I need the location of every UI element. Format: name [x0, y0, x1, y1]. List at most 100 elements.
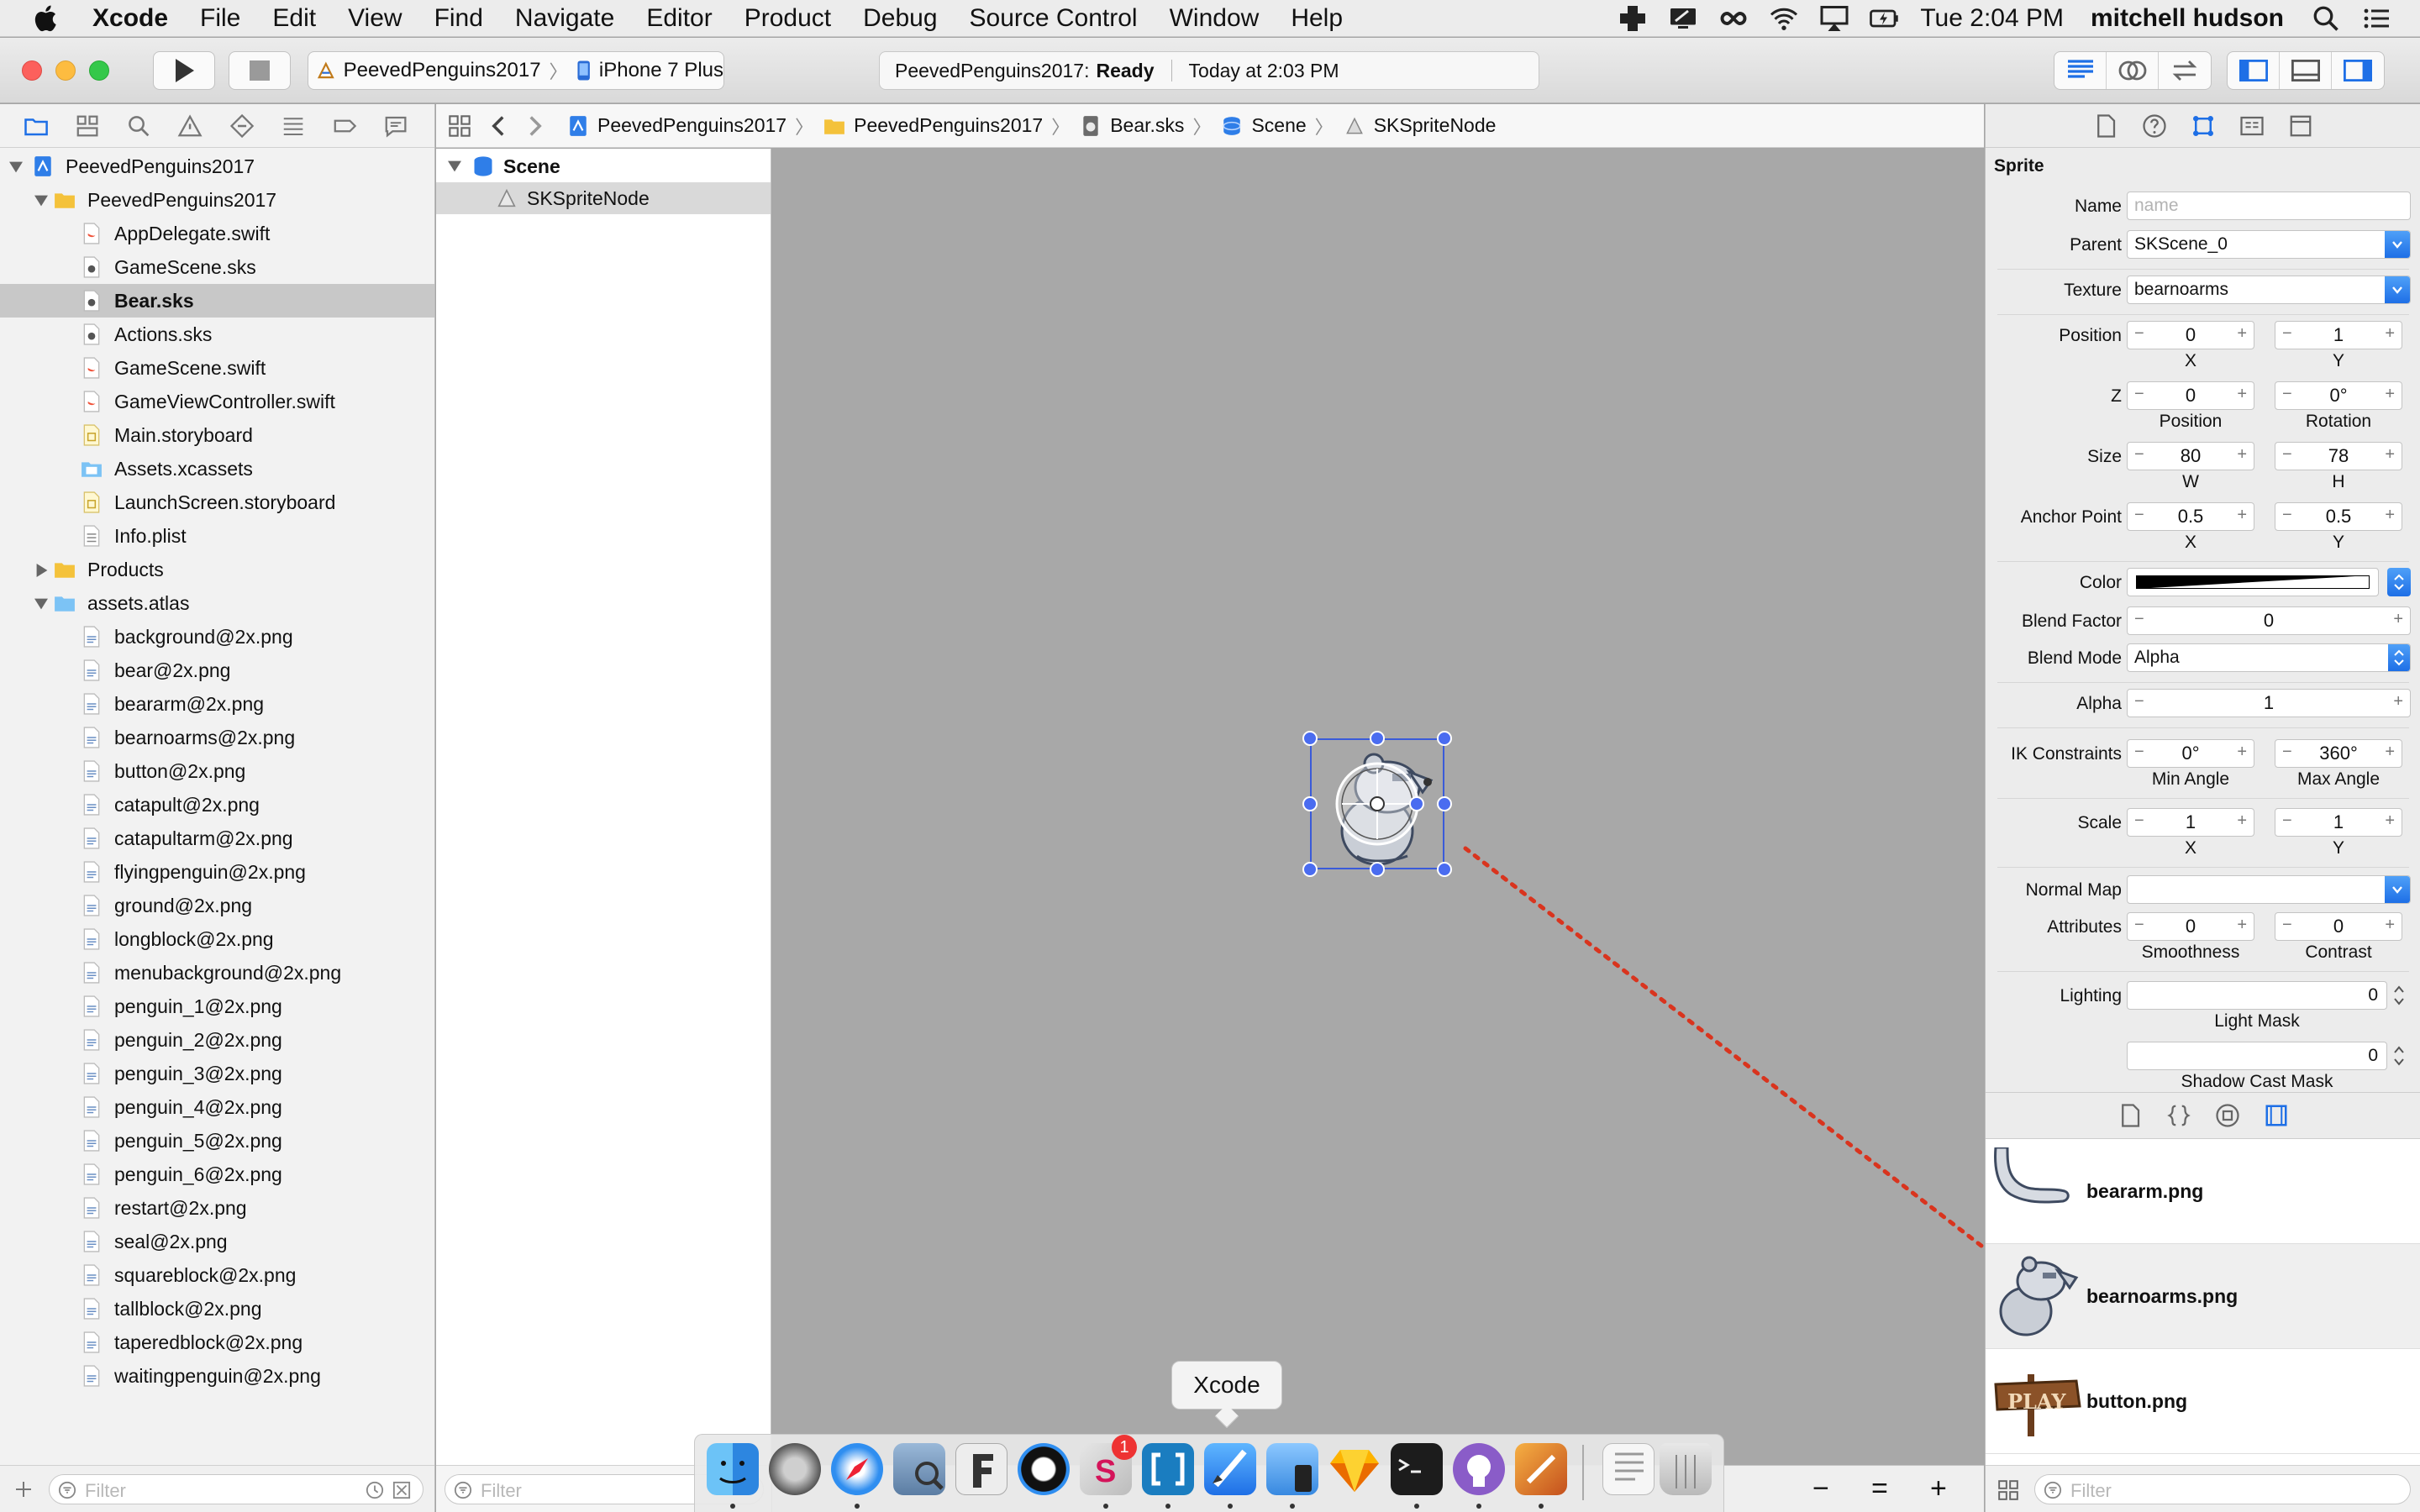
file-tree-row[interactable]: penguin_3@2x.png: [0, 1057, 434, 1090]
breadcrumb-file[interactable]: Bear.sks: [1080, 114, 1184, 137]
forward-chevron-icon[interactable]: [527, 114, 544, 138]
menu-view[interactable]: View: [348, 4, 402, 33]
breadcrumb-node[interactable]: SKSpriteNode: [1344, 114, 1496, 137]
object-library-icon[interactable]: [2215, 1103, 2240, 1128]
sketch-app-icon[interactable]: [1328, 1443, 1381, 1495]
file-tree-row[interactable]: menubackground@2x.png: [0, 956, 434, 990]
file-tree-row[interactable]: penguin_2@2x.png: [0, 1023, 434, 1057]
menu-product[interactable]: Product: [744, 4, 831, 33]
resize-handle-bottom[interactable]: [1370, 862, 1385, 877]
grid-view-icon[interactable]: [1997, 1479, 2019, 1501]
parent-popup[interactable]: SKScene_0: [2127, 230, 2411, 259]
debug-navigator-icon[interactable]: [281, 113, 306, 139]
quicktime-app-icon[interactable]: [1018, 1443, 1070, 1495]
menu-navigate[interactable]: Navigate: [515, 4, 614, 33]
library-item-beararm[interactable]: beararm.png: [1986, 1139, 2420, 1244]
disclosure-open-icon[interactable]: [34, 597, 49, 611]
file-inspector-icon[interactable]: [2093, 113, 2118, 139]
file-tree-row[interactable]: penguin_1@2x.png: [0, 990, 434, 1023]
medic-cross-icon[interactable]: [1618, 3, 1648, 34]
resize-handle-top-left[interactable]: [1302, 731, 1318, 746]
file-tree-row[interactable]: bearnoarms@2x.png: [0, 721, 434, 754]
report-navigator-icon[interactable]: [383, 113, 408, 139]
spotlight-search-icon[interactable]: [2311, 3, 2341, 34]
file-tree-row[interactable]: GameScene.swift: [0, 351, 434, 385]
color-well[interactable]: [2127, 568, 2379, 596]
file-tree-row[interactable]: penguin_5@2x.png: [0, 1124, 434, 1158]
rotation-handle[interactable]: [1409, 796, 1424, 811]
assistant-editor-button[interactable]: [2107, 52, 2159, 89]
creative-cloud-icon[interactable]: [1718, 3, 1749, 34]
help-icon[interactable]: [2142, 113, 2167, 139]
outline-scene-row[interactable]: Scene: [436, 150, 771, 182]
menu-file[interactable]: File: [200, 4, 240, 33]
file-tree-row[interactable]: Assets.xcassets: [0, 452, 434, 486]
file-tree-row[interactable]: background@2x.png: [0, 620, 434, 654]
file-tree-row[interactable]: AppDelegate.swift: [0, 217, 434, 250]
file-tree-row[interactable]: beararm@2x.png: [0, 687, 434, 721]
file-tree-row[interactable]: bear@2x.png: [0, 654, 434, 687]
wifi-icon[interactable]: [1769, 3, 1799, 34]
zoom-reset-button[interactable]: =: [1871, 1473, 1888, 1505]
smoothness-stepper[interactable]: −0 +: [2127, 912, 2254, 941]
file-tree-row[interactable]: taperedblock@2x.png: [0, 1326, 434, 1359]
file-tree-row[interactable]: Bear.sks: [0, 284, 434, 318]
zoom-window-button[interactable]: [89, 60, 109, 81]
safari-app-icon[interactable]: [831, 1443, 883, 1495]
alpha-stepper[interactable]: −1 +: [2127, 689, 2411, 717]
breakpoint-navigator-icon[interactable]: [332, 113, 357, 139]
library-item-bearnoarms[interactable]: bearnoarms.png: [1986, 1244, 2420, 1349]
file-tree-row[interactable]: LaunchScreen.storyboard: [0, 486, 434, 519]
file-tree-row[interactable]: GameViewController.swift: [0, 385, 434, 418]
file-tree-row[interactable]: longblock@2x.png: [0, 922, 434, 956]
menubar-user[interactable]: mitchell hudson: [2091, 4, 2284, 33]
close-window-button[interactable]: [22, 60, 42, 81]
disclosure-open-icon[interactable]: [448, 160, 461, 173]
battery-icon[interactable]: [1870, 3, 1900, 34]
minimize-window-button[interactable]: [55, 60, 76, 81]
resize-handle-top[interactable]: [1370, 731, 1385, 746]
ik-max-angle-stepper[interactable]: −360° +: [2275, 739, 2402, 768]
breadcrumb-group[interactable]: PeevedPenguins2017: [823, 114, 1043, 137]
menu-xcode[interactable]: Xcode: [92, 4, 168, 33]
find-navigator-icon[interactable]: [126, 113, 151, 139]
warning-icon[interactable]: [177, 113, 203, 139]
run-button[interactable]: [153, 51, 215, 90]
breadcrumb-project[interactable]: PeevedPenguins2017: [567, 114, 786, 137]
toggle-debug-area-button[interactable]: [2280, 52, 2332, 89]
file-tree-row[interactable]: ground@2x.png: [0, 889, 434, 922]
outline-node-row[interactable]: SKSpriteNode: [436, 182, 771, 214]
scale-y-stepper[interactable]: −1 +: [2275, 808, 2402, 837]
shadow-cast-mask-field[interactable]: 0: [2127, 1042, 2387, 1070]
file-tree-row[interactable]: Actions.sks: [0, 318, 434, 351]
resize-handle-right[interactable]: [1437, 796, 1452, 811]
file-tree-row[interactable]: button@2x.png: [0, 754, 434, 788]
blend-factor-stepper[interactable]: −0 +: [2127, 606, 2411, 635]
shadow-mask-stepper-icon[interactable]: [2391, 1042, 2407, 1070]
xcode-app-icon[interactable]: [1204, 1443, 1256, 1495]
menu-source-control[interactable]: Source Control: [970, 4, 1138, 33]
menu-editor[interactable]: Editor: [646, 4, 712, 33]
file-tree-row[interactable]: catapultarm@2x.png: [0, 822, 434, 855]
resize-handle-left[interactable]: [1302, 796, 1318, 811]
library-filter-field[interactable]: Filter: [2034, 1474, 2411, 1504]
blend-mode-popup[interactable]: Alpha: [2127, 643, 2411, 672]
github-desktop-app-icon[interactable]: [1453, 1443, 1505, 1495]
toggle-navigator-button[interactable]: [2228, 52, 2280, 89]
documents-stack-icon[interactable]: [1602, 1443, 1655, 1495]
preview-app-icon[interactable]: [893, 1443, 945, 1495]
menu-window[interactable]: Window: [1170, 4, 1260, 33]
view-settings-icon[interactable]: [2288, 113, 2313, 139]
file-tree-row[interactable]: restart@2x.png: [0, 1191, 434, 1225]
recent-files-icon[interactable]: [366, 1481, 384, 1499]
stop-button[interactable]: [229, 51, 291, 90]
position-x-stepper[interactable]: −0 +: [2127, 321, 2254, 349]
add-icon[interactable]: [13, 1479, 34, 1499]
size-height-stepper[interactable]: −78 +: [2275, 442, 2402, 470]
back-chevron-icon[interactable]: [490, 114, 507, 138]
navigator-filter-field[interactable]: Filter: [49, 1474, 424, 1504]
menu-help[interactable]: Help: [1291, 4, 1343, 33]
file-tree-row[interactable]: penguin_4@2x.png: [0, 1090, 434, 1124]
disclosure-closed-icon[interactable]: [35, 563, 49, 578]
version-editor-button[interactable]: [2159, 52, 2211, 89]
